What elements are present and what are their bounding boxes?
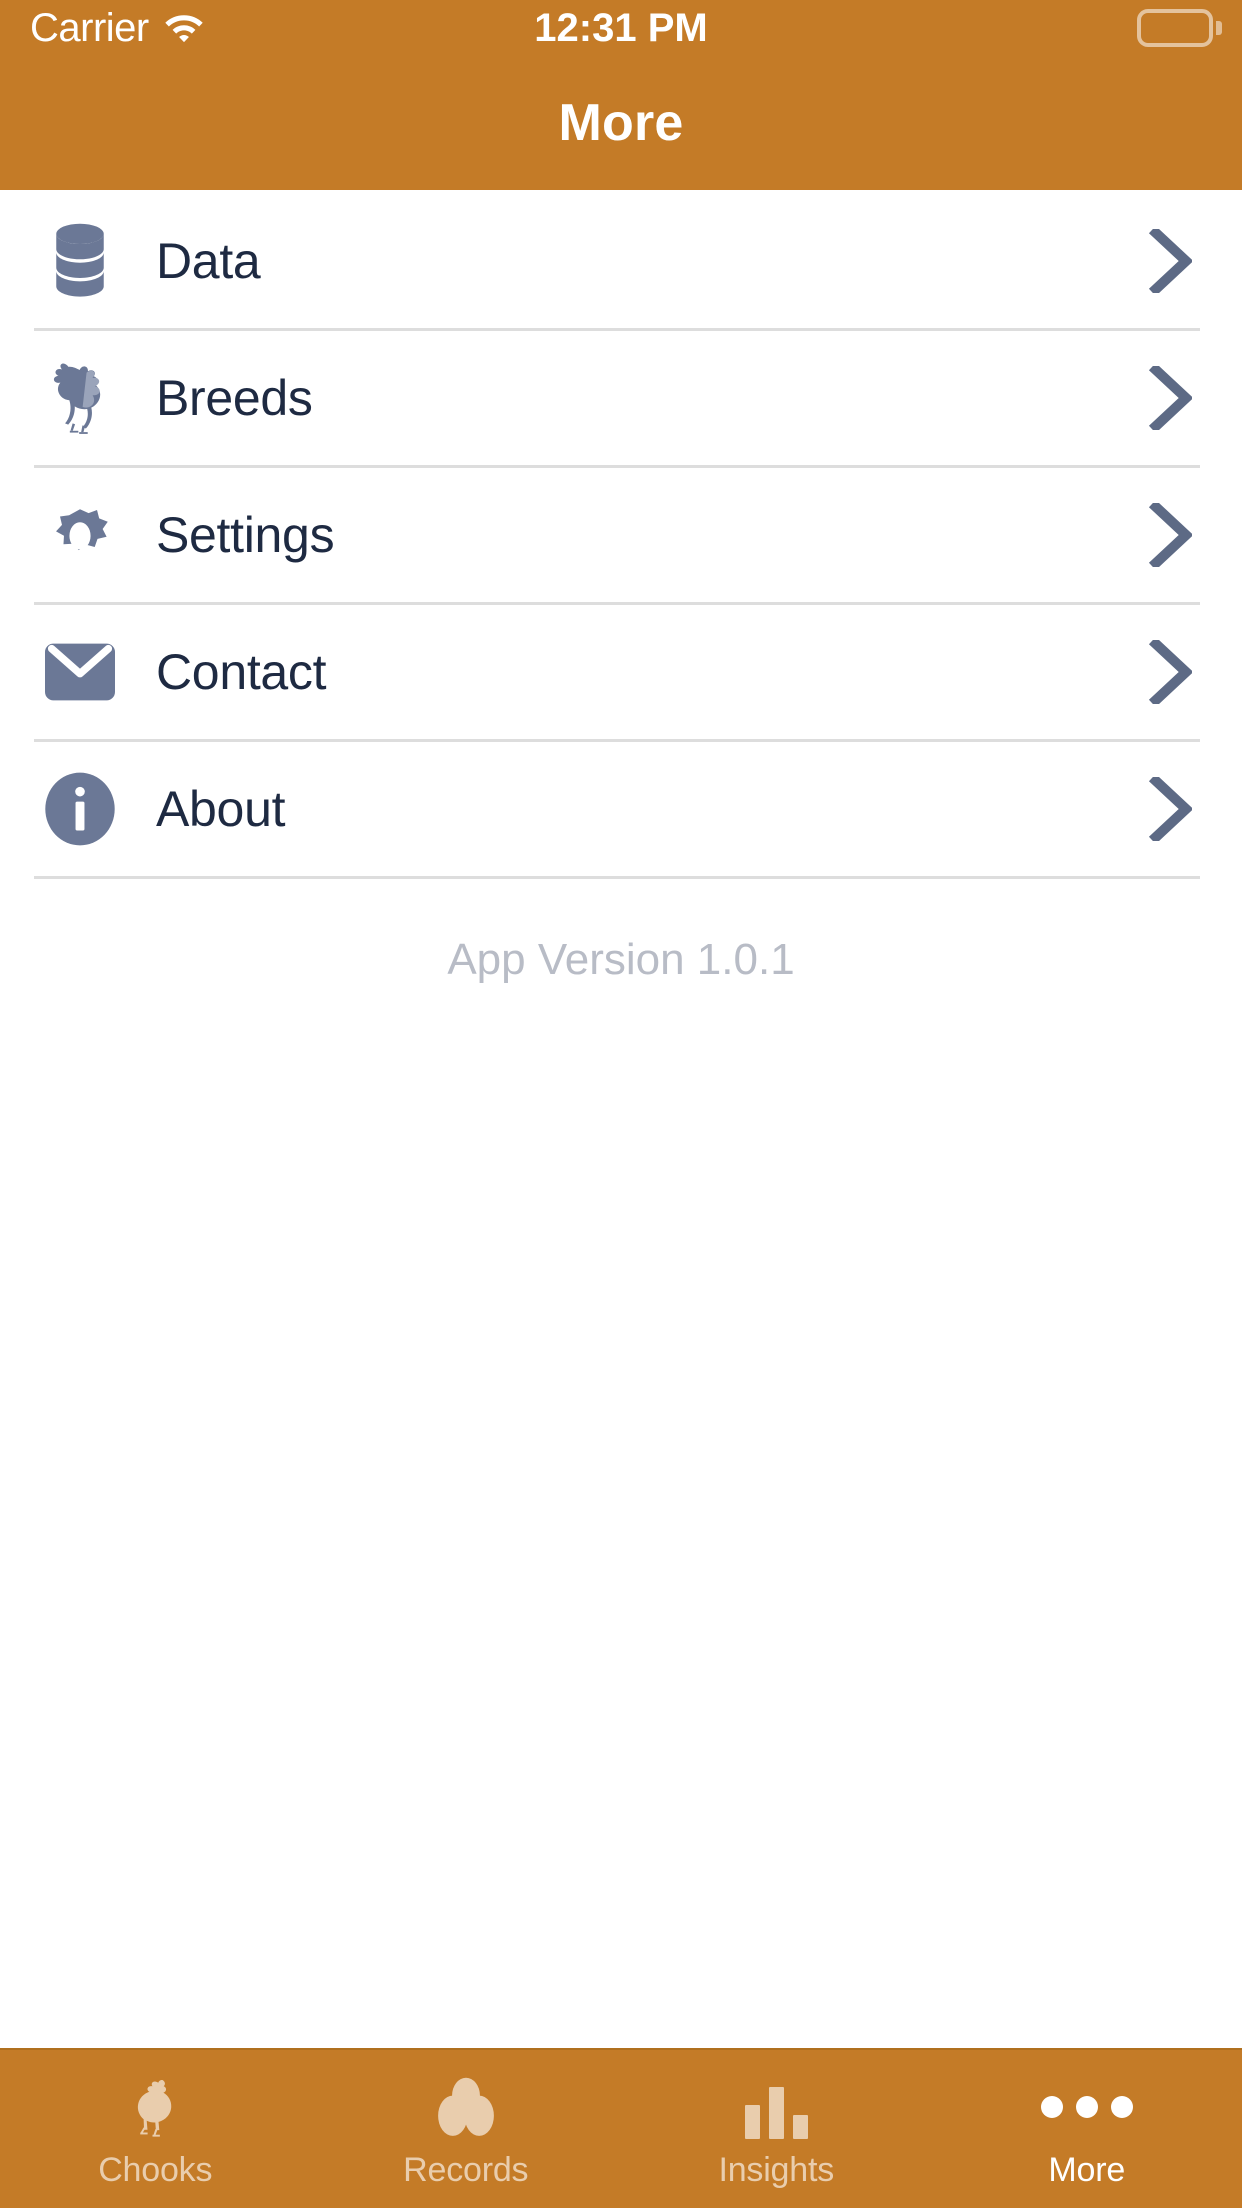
tab-label: More xyxy=(1048,2150,1126,2189)
chevron-right-icon xyxy=(1148,777,1192,841)
header: Carrier 12:31 PM More xyxy=(0,0,1242,190)
nav-bar: More xyxy=(0,56,1242,190)
content-area: Data Breeds Settings Contact About App V… xyxy=(0,190,1242,2048)
menu-item-breeds[interactable]: Breeds xyxy=(0,331,1242,465)
tab-bar: Chooks Records Insights More xyxy=(0,2048,1242,2208)
rooster-icon xyxy=(42,358,118,438)
tab-label: Records xyxy=(403,2150,529,2189)
status-bar-left: Carrier xyxy=(30,6,205,51)
menu-item-label: Settings xyxy=(156,507,335,563)
ellipsis-icon xyxy=(1040,2075,1133,2139)
menu-item-contact[interactable]: Contact xyxy=(0,605,1242,739)
status-bar: Carrier 12:31 PM xyxy=(0,0,1242,56)
tab-insights[interactable]: Insights xyxy=(621,2050,932,2208)
tab-more[interactable]: More xyxy=(932,2050,1242,2208)
menu-item-label: Breeds xyxy=(156,370,313,426)
envelope-icon xyxy=(42,632,118,712)
menu-item-settings[interactable]: Settings xyxy=(0,468,1242,602)
tab-label: Insights xyxy=(718,2150,835,2189)
tab-records[interactable]: Records xyxy=(311,2050,622,2208)
gear-icon xyxy=(42,495,118,575)
menu-item-data[interactable]: Data xyxy=(0,194,1242,328)
chevron-right-icon xyxy=(1148,366,1192,430)
tab-label: Chooks xyxy=(98,2150,213,2189)
page-title: More xyxy=(558,94,684,152)
menu-item-label: Data xyxy=(156,233,261,289)
tab-chooks[interactable]: Chooks xyxy=(0,2050,311,2208)
chicken-icon xyxy=(126,2075,184,2139)
wifi-icon xyxy=(163,11,205,45)
chevron-right-icon xyxy=(1148,229,1192,293)
menu-item-label: Contact xyxy=(156,644,327,700)
menu-list: Data Breeds Settings Contact About App V… xyxy=(0,190,1242,985)
clock-label: 12:31 PM xyxy=(534,5,708,50)
status-bar-right xyxy=(1137,0,1222,56)
bar-chart-icon xyxy=(744,2075,808,2139)
carrier-label: Carrier xyxy=(30,5,149,50)
menu-item-about[interactable]: About xyxy=(0,742,1242,876)
chevron-right-icon xyxy=(1148,503,1192,567)
app-version-label: App Version 1.0.1 xyxy=(447,935,795,984)
eggs-icon xyxy=(431,2075,501,2139)
chevron-right-icon xyxy=(1148,640,1192,704)
menu-item-label: About xyxy=(156,781,286,837)
app-screen: Carrier 12:31 PM More Data Breeds Settin… xyxy=(0,0,1242,2208)
info-circle-icon xyxy=(42,769,118,849)
battery-full-icon xyxy=(1137,9,1222,47)
database-icon xyxy=(42,221,118,301)
